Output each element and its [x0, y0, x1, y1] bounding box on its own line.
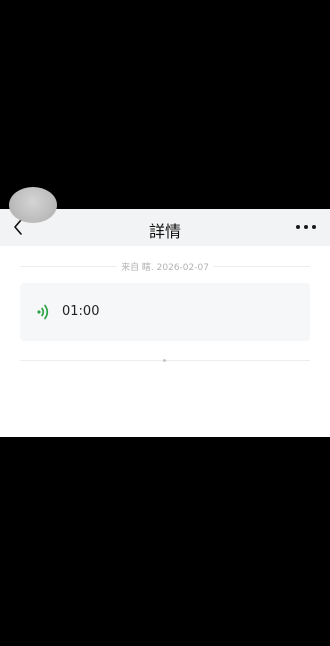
letterbox-top [0, 0, 330, 209]
voice-message-card[interactable]: 01:00 [20, 283, 310, 341]
voice-wave-icon [37, 304, 49, 320]
more-button[interactable] [296, 221, 316, 233]
message-meta: 来自 瞎. 2026-02-07 [20, 259, 311, 273]
meta-text: 来自 瞎. 2026-02-07 [121, 262, 209, 273]
meta-line-left [20, 265, 118, 267]
voice-duration: 01:00 [62, 304, 100, 319]
floating-avatar[interactable] [9, 187, 57, 223]
divider-dot [163, 359, 166, 362]
letterbox-bottom [0, 437, 330, 646]
meta-line-right [212, 265, 311, 267]
more-horizontal-icon [296, 225, 300, 229]
detail-screen: 詳情 来自 瞎. 2026-02-07 01:00 [0, 209, 330, 437]
page-title: 詳情 [148, 222, 181, 241]
